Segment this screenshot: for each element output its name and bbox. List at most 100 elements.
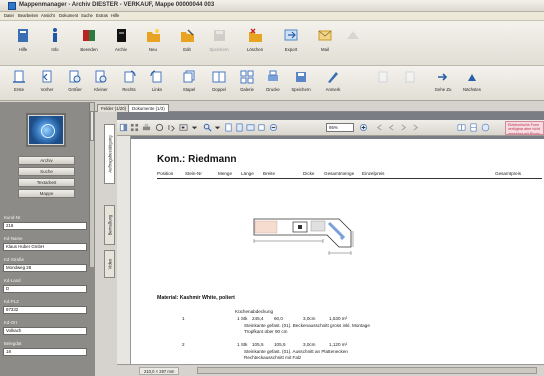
zoom-out-small-icon[interactable]	[269, 123, 278, 132]
two-pages-icon[interactable]	[457, 123, 466, 132]
doc-toolbar-button-label: Vorher	[40, 87, 54, 92]
doc-toolbar-vorher-button[interactable]: Vorher	[32, 66, 62, 92]
doc-toolbar-drucke-button[interactable]: Drucke	[258, 66, 288, 92]
side-tab-bemassung[interactable]: Bemaßung	[104, 205, 115, 245]
doc-toolbar-anmerk-button[interactable]: Anmerk	[318, 66, 348, 92]
zoom-in-small-icon[interactable]	[359, 123, 368, 132]
hand-tool-icon[interactable]	[155, 123, 164, 132]
edit-folder-icon	[181, 29, 194, 42]
doc-toolbar-erste-button[interactable]: Erste	[4, 66, 34, 92]
doc-toolbar-button-label: Speichern	[291, 87, 311, 92]
page-area: Kom.: Riedmann Position Stein-Nr Menge L…	[117, 136, 544, 364]
horizontal-scrollbar[interactable]	[197, 367, 537, 374]
doc-toolbar-rechts-button[interactable]: Rechts	[114, 66, 144, 92]
text-select-icon[interactable]: I	[167, 123, 176, 132]
side-tab-auftragsbestaetigung[interactable]: Auftragsbestätigung	[104, 124, 115, 184]
field-belegdat[interactable]: 18	[3, 348, 87, 356]
printer-icon[interactable]	[142, 123, 151, 132]
thumbnails-icon[interactable]	[130, 123, 139, 132]
zoom-dropdown-icon[interactable]	[213, 123, 222, 132]
field-kd-plz[interactable]: 97332	[3, 306, 87, 314]
dropdown-icon[interactable]	[190, 123, 199, 132]
field-kd-strasse[interactable]: Mondweg 28	[3, 264, 87, 272]
menu-ansicht[interactable]: Ansicht	[41, 13, 55, 18]
doc-toolbar-gehe-zu-button[interactable]: Gehe Zu	[428, 66, 458, 92]
goto-icon	[438, 73, 448, 81]
go-start-icon[interactable]	[375, 123, 384, 132]
field-label-kund-nr: Kund-Nr	[4, 215, 21, 220]
toolbar-button-label: Info	[51, 47, 59, 52]
toolbar-export-button[interactable]: Export	[276, 21, 306, 52]
toolbar-speichern-button[interactable]: Speichern	[204, 21, 234, 52]
field-kd-land[interactable]: D	[3, 285, 87, 293]
doc-toolbar-speichern-button[interactable]: Speichern	[286, 66, 316, 92]
field-label-kd-strasse: Kd-Straße	[4, 257, 25, 262]
doc-toolbar-nächstes-button[interactable]: Nächstes	[457, 66, 487, 92]
fit-width-icon[interactable]	[246, 123, 255, 132]
layout-icon[interactable]	[119, 123, 128, 132]
rotate-right-icon	[124, 70, 136, 83]
actual-size-icon[interactable]	[257, 123, 266, 132]
toolbar-button-label: Neu	[149, 47, 157, 52]
menu-dokument[interactable]: Dokument	[59, 13, 78, 18]
go-back-icon[interactable]	[387, 123, 396, 132]
sidebar-scroll-thumb[interactable]	[90, 111, 94, 141]
zoom-box-icon[interactable]	[179, 123, 188, 132]
save-icon	[214, 30, 225, 41]
document-title: Kom.: Riedmann	[157, 154, 237, 165]
fit-page-icon[interactable]	[235, 123, 244, 132]
doc-toolbar-copy-button[interactable]	[368, 66, 398, 87]
doc-toolbar-button-label: Anmerk	[325, 87, 341, 92]
row2-width: 105,5	[274, 342, 286, 347]
nav-archiv-button[interactable]: Archiv	[18, 156, 75, 165]
toolbar-hilfe-button[interactable]: Hilfe	[8, 21, 38, 52]
toolbar-archiv-button[interactable]: Archiv	[106, 21, 136, 52]
document-toolbar: Erste Vorher Größer Kleiner Rechts Links Stape…	[0, 66, 544, 101]
toolbar-edit-button[interactable]: Edit	[172, 21, 202, 52]
doc-toolbar-stapel-button[interactable]: Stapel	[174, 66, 204, 92]
field-kd-name[interactable]: Klaus Huber GmbH	[3, 243, 87, 251]
row1-position: 1	[182, 316, 185, 321]
doc-toolbar-paste-button[interactable]	[395, 66, 425, 87]
column-header-dicke: Dicke	[303, 171, 315, 176]
nav-suche-button[interactable]: Suche	[18, 167, 75, 176]
go-end-icon[interactable]	[411, 123, 420, 132]
doc-toolbar-kleiner-button[interactable]: Kleiner	[86, 66, 116, 92]
page-icon[interactable]	[224, 123, 233, 132]
side-tab-video[interactable]: Video	[104, 250, 115, 278]
toolbar-scan-button[interactable]	[338, 21, 368, 47]
tab-dokumente[interactable]: Dokumente (1/3)	[128, 104, 169, 112]
previous-page-icon	[42, 70, 52, 83]
zoom-in-icon	[69, 70, 81, 83]
row2-thickness: 3,0cm	[303, 342, 316, 347]
toolbar-neu-button[interactable]: Neu	[138, 21, 168, 52]
go-forward-icon[interactable]	[399, 123, 408, 132]
menu-extras[interactable]: Extras	[96, 13, 108, 18]
nav-mappe-button[interactable]: Mappe	[18, 189, 75, 198]
field-kund-nr[interactable]: 218	[3, 222, 87, 230]
column-header-laenge: Länge	[241, 171, 254, 176]
doc-toolbar-button-label: Doppel	[212, 87, 226, 92]
magnifier-icon[interactable]	[203, 123, 212, 132]
menu-bearbeiten[interactable]: Bearbeiten	[18, 13, 38, 18]
help-icon[interactable]	[481, 123, 490, 132]
left-pane: Archiv Suche Textarbeit Mappe Kund-Nr 21…	[0, 102, 95, 376]
zoom-level-field[interactable]: 95%	[326, 123, 354, 132]
toolbar-info-button[interactable]: Info	[40, 21, 70, 52]
doc-toolbar-links-button[interactable]: Links	[142, 66, 172, 92]
menu-suche[interactable]: Suche	[81, 13, 93, 18]
nav-textarbeit-button[interactable]: Textarbeit	[18, 178, 75, 187]
doc-toolbar-button-label: Kleiner	[94, 87, 108, 92]
toolbar-löschen-button[interactable]: Löschen	[240, 21, 270, 52]
toolbar-mail-button[interactable]: Mail	[310, 21, 340, 52]
menu-datei[interactable]: Datei	[4, 13, 14, 18]
field-kd-ort[interactable]: Volkach	[3, 327, 87, 335]
continuous-icon[interactable]	[469, 123, 478, 132]
doc-toolbar-button-label: Nächstes	[463, 87, 481, 92]
toolbar-beenden-button[interactable]: Beenden	[74, 21, 104, 52]
tab-felder[interactable]: Felder (1/20)	[97, 104, 131, 112]
doc-toolbar-doppel-button[interactable]: Doppel	[204, 66, 234, 92]
menu-hilfe[interactable]: Hilfe	[111, 13, 119, 18]
sidebar-scrollbar[interactable]	[89, 103, 94, 267]
toolbar-button-label: Löschen	[246, 47, 264, 52]
